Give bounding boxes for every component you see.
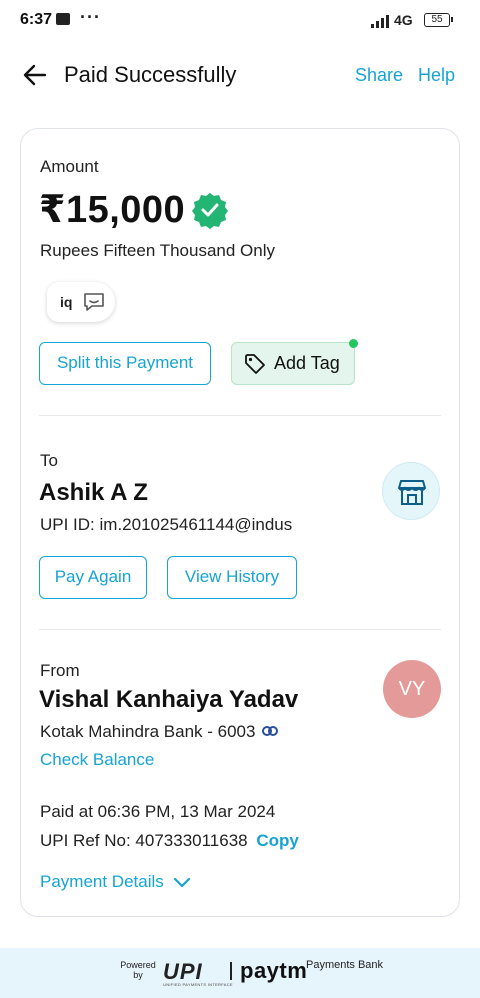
chat-icon bbox=[84, 293, 104, 311]
merchant-avatar bbox=[382, 462, 440, 520]
share-link[interactable]: Share bbox=[355, 65, 403, 86]
amount-value: ₹15,000 bbox=[39, 189, 186, 231]
payments-bank-label: Payments Bank bbox=[306, 959, 384, 971]
upi-ref-row: UPI Ref No: 407333011638 Copy bbox=[40, 831, 299, 851]
chevron-down-icon[interactable] bbox=[173, 877, 191, 889]
iq-chat-chip[interactable]: iq bbox=[47, 282, 115, 322]
payee-upi-id: UPI ID: im.201025461144@indus bbox=[40, 515, 293, 534]
battery-icon: 55 bbox=[424, 13, 453, 27]
powered-by-label: Powered by bbox=[120, 960, 156, 980]
app-header: Paid Successfully Share Help bbox=[0, 50, 480, 100]
signal-icon bbox=[371, 15, 389, 28]
upi-ref-number: UPI Ref No: 407333011638 bbox=[40, 831, 248, 850]
new-indicator-dot bbox=[349, 339, 358, 348]
copy-ref-button[interactable]: Copy bbox=[256, 831, 299, 850]
page-title: Paid Successfully bbox=[64, 62, 237, 87]
paid-timestamp: Paid at 06:36 PM, 13 Mar 2024 bbox=[40, 802, 276, 821]
paytm-logo: paytm bbox=[240, 958, 308, 983]
message-icon bbox=[56, 13, 70, 25]
payer-bank: Kotak Mahindra Bank - 6003 bbox=[40, 722, 256, 741]
upi-link-icon bbox=[262, 726, 278, 736]
split-payment-button[interactable]: Split this Payment bbox=[39, 342, 211, 385]
divider bbox=[39, 629, 441, 630]
powered-by-footer: Powered by UPI UNIFIED PAYMENTS INTERFAC… bbox=[0, 948, 480, 998]
payer-avatar: VY bbox=[383, 660, 441, 718]
payment-details-toggle[interactable]: Payment Details bbox=[40, 872, 164, 892]
back-arrow-icon[interactable] bbox=[20, 60, 50, 90]
from-label: From bbox=[40, 661, 80, 680]
payer-name: Vishal Kanhaiya Yadav bbox=[39, 686, 299, 713]
upi-logo-subtitle: UNIFIED PAYMENTS INTERFACE bbox=[163, 982, 233, 987]
status-time: 6:37 bbox=[20, 11, 53, 28]
add-tag-label: Add Tag bbox=[274, 353, 340, 373]
check-balance-link[interactable]: Check Balance bbox=[40, 750, 154, 770]
verified-check-icon bbox=[192, 193, 228, 229]
view-history-button[interactable]: View History bbox=[167, 556, 297, 599]
help-link[interactable]: Help bbox=[418, 65, 455, 86]
add-tag-button[interactable]: Add Tag bbox=[231, 339, 358, 385]
status-bar: 6:37 ··· 4G 55 bbox=[0, 0, 480, 42]
store-icon bbox=[398, 480, 426, 505]
pay-again-button[interactable]: Pay Again bbox=[39, 556, 147, 599]
tag-icon bbox=[245, 354, 265, 374]
payee-name: Ashik A Z bbox=[39, 479, 148, 506]
amount-label: Amount bbox=[40, 157, 99, 176]
divider bbox=[39, 415, 441, 416]
network-type: 4G bbox=[394, 12, 413, 28]
divider bbox=[230, 962, 232, 980]
more-notifications-icon: ··· bbox=[80, 7, 101, 27]
to-label: To bbox=[40, 451, 58, 470]
payment-card: Amount ₹15,000 Rupees Fifteen Thousand O… bbox=[20, 128, 460, 917]
amount-in-words: Rupees Fifteen Thousand Only bbox=[40, 241, 275, 260]
iq-label: iq bbox=[60, 294, 73, 310]
